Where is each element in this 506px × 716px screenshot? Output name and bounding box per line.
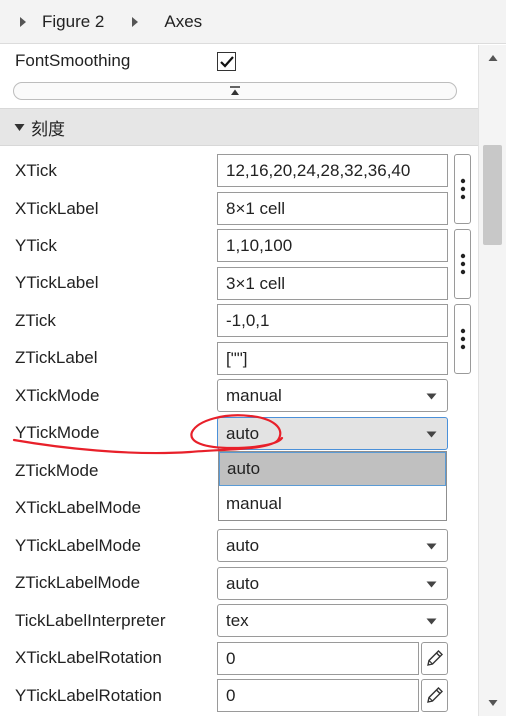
- dropdown-value: auto: [226, 535, 260, 555]
- scroll-up-arrow-icon[interactable]: [488, 54, 498, 62]
- dropdown-value: tex: [226, 610, 249, 630]
- prop-label-yticklabelmode: YTickLabelMode: [15, 536, 141, 555]
- zticklabel-field[interactable]: [""]: [217, 342, 448, 375]
- ytick-more-button[interactable]: [454, 229, 471, 299]
- ytickmode-dropdown[interactable]: auto: [217, 417, 448, 450]
- caret-down-icon: [426, 431, 437, 438]
- yticklabelrotation-edit-button[interactable]: [421, 679, 448, 712]
- xticklabel-field[interactable]: 8×1 cell: [217, 192, 448, 225]
- prop-label-xtickmode: XTickMode: [15, 386, 100, 405]
- dropdown-value: auto: [226, 423, 260, 443]
- vertical-ellipsis-icon: [460, 178, 466, 200]
- prop-label-ytickmode: YTickMode: [15, 423, 100, 442]
- fontsmoothing-checkbox[interactable]: [217, 52, 236, 71]
- xtick-more-button[interactable]: [454, 154, 471, 224]
- property-inspector: FontSmoothing 刻度 XTick 12,16,20,24,28,32…: [0, 45, 478, 716]
- scroll-down-arrow-icon[interactable]: [488, 699, 498, 707]
- breadcrumb-item-figure[interactable]: Figure 2: [42, 12, 104, 32]
- caret-down-icon: [426, 543, 437, 550]
- checkmark-icon: [220, 56, 234, 68]
- prop-label-ztickmode: ZTickMode: [15, 461, 99, 480]
- pencil-icon: [427, 687, 443, 703]
- prop-label-ztick: ZTick: [15, 311, 56, 330]
- yticklabelmode-dropdown[interactable]: auto: [217, 529, 448, 562]
- zticklabelmode-dropdown[interactable]: auto: [217, 567, 448, 600]
- ytick-field[interactable]: 1,10,100: [217, 229, 448, 262]
- collapse-up-icon: [230, 86, 240, 95]
- prop-label-xticklabelmode: XTickLabelMode: [15, 498, 141, 517]
- prop-label-xticklabel: XTickLabel: [15, 199, 99, 218]
- chevron-right-icon: [20, 16, 26, 27]
- vertical-ellipsis-icon: [460, 253, 466, 275]
- ytickmode-options-list: auto manual: [218, 451, 447, 521]
- prop-label-zticklabelmode: ZTickLabelMode: [15, 573, 141, 592]
- section-title: 刻度: [31, 119, 65, 139]
- section-header-ticks[interactable]: 刻度: [0, 108, 478, 146]
- vertical-ellipsis-icon: [460, 328, 466, 350]
- chevron-right-icon: [132, 16, 139, 27]
- breadcrumb: Figure 2 Axes: [0, 0, 506, 44]
- collapse-properties-button[interactable]: [13, 82, 457, 100]
- xticklabelrotation-field[interactable]: 0: [217, 642, 419, 675]
- xtickmode-dropdown[interactable]: manual: [217, 379, 448, 412]
- ztick-more-button[interactable]: [454, 304, 471, 374]
- prop-label-xticklabelrotation: XTickLabelRotation: [15, 648, 162, 667]
- dropdown-value: auto: [226, 573, 260, 593]
- prop-label-xtick: XTick: [15, 161, 57, 180]
- pencil-icon: [427, 650, 443, 666]
- ytickmode-option-manual[interactable]: manual: [219, 487, 446, 521]
- ticklabelinterpreter-dropdown[interactable]: tex: [217, 604, 448, 637]
- xtick-field[interactable]: 12,16,20,24,28,32,36,40: [217, 154, 448, 187]
- ytickmode-option-auto[interactable]: auto: [219, 452, 446, 486]
- caret-down-icon: [426, 393, 437, 400]
- prop-label-yticklabel: YTickLabel: [15, 273, 99, 292]
- prop-label-fontsmoothing: FontSmoothing: [15, 51, 131, 70]
- triangle-down-icon: [14, 123, 25, 131]
- yticklabelrotation-field[interactable]: 0: [217, 679, 419, 712]
- prop-label-zticklabel: ZTickLabel: [15, 348, 98, 367]
- xticklabelrotation-edit-button[interactable]: [421, 642, 448, 675]
- ztick-field[interactable]: -1,0,1: [217, 304, 448, 337]
- caret-down-icon: [426, 618, 437, 625]
- vertical-scrollbar[interactable]: [478, 45, 506, 716]
- yticklabel-field[interactable]: 3×1 cell: [217, 267, 448, 300]
- prop-label-ytick: YTick: [15, 236, 57, 255]
- caret-down-icon: [426, 581, 437, 588]
- scrollbar-thumb[interactable]: [483, 145, 502, 245]
- prop-label-ticklabelinterpreter: TickLabelInterpreter: [15, 611, 166, 630]
- breadcrumb-item-axes[interactable]: Axes: [164, 12, 202, 32]
- dropdown-value: manual: [226, 385, 282, 405]
- prop-label-yticklabelrotation: YTickLabelRotation: [15, 686, 162, 705]
